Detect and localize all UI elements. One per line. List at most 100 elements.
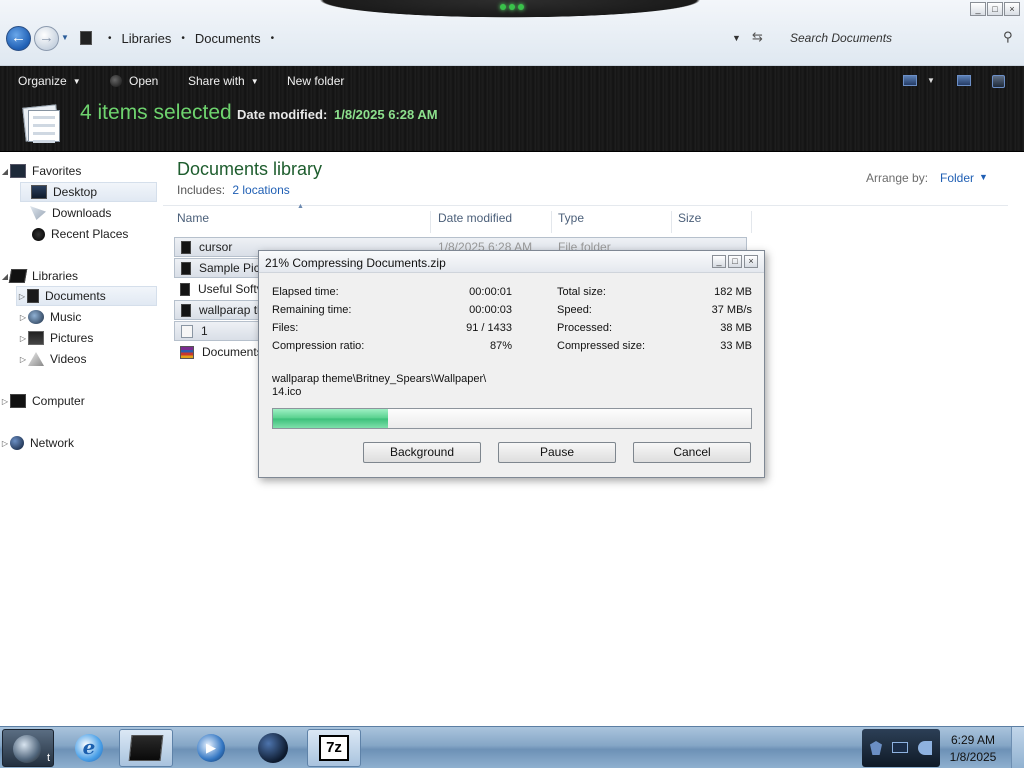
- taskbar-media-player[interactable]: ▶: [184, 729, 238, 767]
- nav-pictures[interactable]: ▷ Pictures: [18, 328, 158, 348]
- nav-label: Recent Places: [51, 227, 129, 241]
- network-status-icon[interactable]: [892, 742, 908, 753]
- nav-label: Videos: [50, 352, 87, 366]
- change-view-icon[interactable]: [903, 75, 917, 86]
- share-with-button[interactable]: Share with ▼: [188, 74, 259, 88]
- nav-label: Desktop: [53, 185, 98, 199]
- progress-bar: [272, 408, 752, 429]
- address-dropdown-icon[interactable]: ▼: [732, 33, 741, 43]
- nav-desktop[interactable]: Desktop: [20, 182, 157, 202]
- progress-bar-fill: [273, 409, 388, 428]
- collapse-arrow-icon[interactable]: ▷: [18, 313, 28, 322]
- cancel-button[interactable]: Cancel: [633, 442, 751, 463]
- column-header-date-modified[interactable]: Date modified: [438, 211, 552, 233]
- nav-network[interactable]: ▷ Network: [0, 433, 160, 453]
- arrange-by-dropdown[interactable]: Folder: [940, 171, 974, 185]
- compression-progress-dialog: 21% Compressing Documents.zip _ □ × Elap…: [258, 250, 765, 478]
- collapse-arrow-icon[interactable]: ▷: [0, 439, 10, 448]
- start-button[interactable]: t: [2, 729, 54, 767]
- column-header-type[interactable]: Type: [558, 211, 672, 233]
- breadcrumb-libraries[interactable]: Libraries: [122, 31, 172, 46]
- date-modified-value: 1/8/2025 6:28 AM: [334, 107, 438, 122]
- nav-documents[interactable]: ▷ Documents: [16, 286, 157, 306]
- collapse-arrow-icon[interactable]: ▷: [18, 355, 28, 364]
- search-input[interactable]: Search Documents: [784, 27, 1020, 49]
- window-titlebar: _ □ × ← → ▼ • Libraries • Documents • ▼ …: [0, 0, 1024, 66]
- breadcrumb-separator[interactable]: •: [181, 33, 185, 44]
- new-folder-label: New folder: [287, 74, 345, 88]
- speed-label: Speed:: [557, 304, 592, 316]
- organize-button[interactable]: Organize ▼: [18, 74, 81, 88]
- nav-label: Music: [50, 310, 82, 324]
- dialog-minimize-button[interactable]: _: [712, 255, 726, 268]
- videos-icon: [28, 352, 44, 366]
- background-button[interactable]: Background: [363, 442, 481, 463]
- taskbar-clock[interactable]: 6:29 AM 1/8/2025: [944, 732, 1002, 766]
- expand-arrow-icon[interactable]: ◢: [0, 167, 10, 176]
- help-icon[interactable]: [992, 75, 1005, 88]
- open-button[interactable]: Open: [110, 74, 158, 88]
- breadcrumb-separator[interactable]: •: [271, 33, 275, 44]
- security-shield-icon[interactable]: [870, 741, 882, 755]
- minimize-button[interactable]: _: [970, 2, 986, 16]
- show-desktop-button[interactable]: [1011, 727, 1024, 768]
- internet-explorer-icon: e: [75, 734, 103, 762]
- taskbar-network-app[interactable]: [246, 729, 300, 767]
- collapse-arrow-icon[interactable]: ▷: [18, 334, 28, 343]
- total-size-value: 182 MB: [714, 286, 752, 298]
- sort-ascending-icon: ▲: [297, 203, 304, 210]
- chevron-down-icon[interactable]: ▼: [979, 172, 988, 182]
- back-button[interactable]: ←: [6, 26, 31, 51]
- date-modified-label: Date modified:: [237, 107, 328, 122]
- locations-link[interactable]: 2 locations: [232, 183, 289, 197]
- folder-icon: [181, 261, 191, 275]
- breadcrumb[interactable]: • Libraries • Documents •: [80, 28, 284, 48]
- refresh-icon[interactable]: ⇆: [752, 29, 763, 45]
- collapse-arrow-icon[interactable]: ▷: [17, 292, 27, 301]
- view-options-chevron-icon[interactable]: ▼: [927, 76, 935, 85]
- forward-button[interactable]: →: [34, 26, 59, 51]
- breadcrumb-separator[interactable]: •: [108, 33, 112, 44]
- dialog-close-button[interactable]: ×: [744, 255, 758, 268]
- nav-music[interactable]: ▷ Music: [18, 307, 158, 327]
- files-value: 91 / 1433: [466, 322, 512, 334]
- taskbar-internet-explorer[interactable]: e: [62, 729, 116, 767]
- command-bar-and-details: Organize ▼ Open Share with ▼ New folder …: [0, 66, 1024, 152]
- documents-icon: [27, 289, 39, 303]
- folder-icon: [181, 240, 191, 254]
- navigation-pane: ◢ Favorites Desktop Downloads Recent Pla…: [0, 153, 163, 726]
- volume-icon[interactable]: [918, 741, 932, 755]
- share-with-label: Share with: [188, 74, 245, 88]
- column-header-size[interactable]: Size: [678, 211, 752, 233]
- library-includes: Includes: 2 locations: [177, 183, 290, 197]
- total-size-label: Total size:: [557, 286, 606, 298]
- recent-pages-dropdown-icon[interactable]: ▼: [61, 33, 69, 42]
- pause-button[interactable]: Pause: [498, 442, 616, 463]
- taskbar-windows-explorer[interactable]: [119, 729, 173, 767]
- dialog-maximize-button[interactable]: □: [728, 255, 742, 268]
- column-header-name[interactable]: Name: [177, 211, 431, 233]
- new-folder-button[interactable]: New folder: [287, 74, 344, 88]
- preview-pane-icon[interactable]: [957, 75, 971, 86]
- page-title: Documents library: [177, 159, 323, 179]
- nav-favorites[interactable]: ◢ Favorites: [0, 161, 160, 181]
- breadcrumb-documents[interactable]: Documents: [195, 31, 261, 46]
- nav-computer[interactable]: ▷ Computer: [0, 391, 160, 411]
- close-button[interactable]: ×: [1004, 2, 1020, 16]
- archive-icon: [180, 345, 194, 359]
- processed-label: Processed:: [557, 322, 613, 334]
- taskbar-7zip[interactable]: 7z: [307, 729, 361, 767]
- nav-videos[interactable]: ▷ Videos: [18, 349, 158, 369]
- nav-label: Pictures: [50, 331, 94, 345]
- nav-recent-places[interactable]: Recent Places: [32, 224, 160, 244]
- maximize-button[interactable]: □: [987, 2, 1003, 16]
- selection-count: 4 items selected: [80, 101, 232, 124]
- collapse-arrow-icon[interactable]: ▷: [0, 397, 10, 406]
- start-label: t: [47, 752, 51, 764]
- nav-label: Network: [30, 436, 75, 450]
- dialog-titlebar[interactable]: 21% Compressing Documents.zip _ □ ×: [259, 251, 764, 273]
- notification-area: [862, 729, 940, 767]
- nav-downloads[interactable]: Downloads: [30, 203, 160, 223]
- nav-libraries[interactable]: ◢ Libraries: [0, 266, 160, 286]
- search-icon[interactable]: ⚲: [1003, 29, 1013, 45]
